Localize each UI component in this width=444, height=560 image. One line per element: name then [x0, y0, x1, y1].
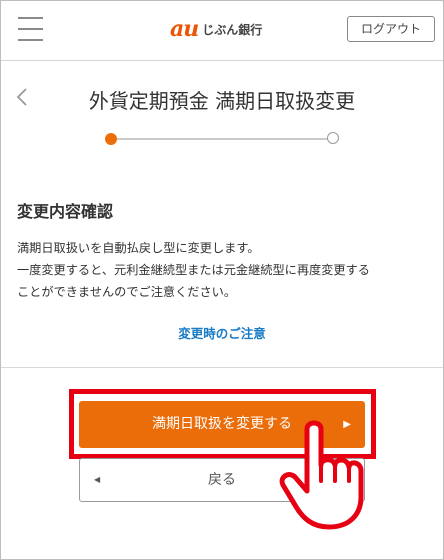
app-frame: au じぶん銀行 ログアウト 外貨定期預金 満期日取扱変更 変更内容確認 満期日…: [0, 0, 444, 560]
top-header: au じぶん銀行 ログアウト: [1, 1, 443, 61]
message-line: 一度変更すると、元利金継続型または元金継続型に再度変更する: [17, 263, 370, 277]
divider: [1, 367, 443, 368]
triangle-left-icon: ◀: [94, 475, 101, 484]
section-heading: 変更内容確認: [17, 202, 114, 221]
progress-stepper: [105, 129, 341, 149]
logout-button[interactable]: ログアウト: [347, 16, 435, 42]
hamburger-icon[interactable]: [18, 17, 43, 43]
step-2-dot: [327, 132, 339, 144]
notice-link[interactable]: 変更時のご注意: [1, 323, 443, 342]
pointing-hand-icon: [279, 420, 364, 530]
back-button-label: 戻る: [208, 472, 236, 488]
message-line: 満期日取扱いを自動払戻し型に変更します。: [17, 241, 260, 255]
message-line: ことができませんのでご注意ください。: [17, 285, 237, 299]
page-title: 外貨定期預金 満期日取扱変更: [88, 89, 356, 113]
brand-logo: au じぶん銀行: [170, 15, 262, 43]
step-1-dot: [105, 133, 117, 145]
logo-text: じぶん銀行: [202, 22, 263, 37]
change-maturity-label: 満期日取扱を変更する: [152, 416, 292, 432]
stepper-line: [115, 138, 335, 140]
logo-mark: au: [170, 16, 199, 42]
confirmation-message: 満期日取扱いを自動払戻し型に変更します。 一度変更すると、元利金継続型または元金…: [17, 237, 429, 303]
